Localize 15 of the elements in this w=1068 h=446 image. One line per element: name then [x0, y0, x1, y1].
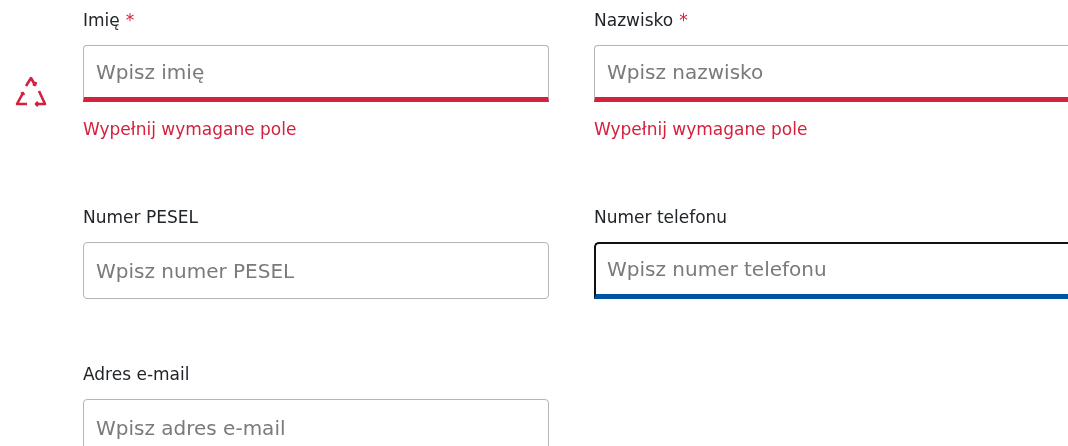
input-field[interactable]: Wpisz imię — [83, 45, 549, 102]
error-message: Wypełnij wymagane pole — [83, 118, 297, 141]
input-field[interactable]: Wpisz numer telefonu — [594, 242, 1068, 299]
required-mark: * — [679, 10, 688, 30]
field-label: Adres e-mail — [83, 363, 190, 386]
input-field[interactable]: Wpisz adres e-mail — [83, 399, 549, 446]
recycle-icon — [13, 75, 49, 109]
field-label: Numer telefonu — [594, 206, 728, 229]
field-label: Nazwisko — [594, 9, 674, 32]
input-field[interactable]: Wpisz numer PESEL — [83, 242, 549, 299]
error-message: Wypełnij wymagane pole — [594, 118, 808, 141]
input-field[interactable]: Wpisz nazwisko — [594, 45, 1068, 102]
required-mark: * — [125, 10, 135, 30]
field-label: Imię — [83, 9, 120, 32]
field-label: Numer PESEL — [83, 206, 198, 229]
